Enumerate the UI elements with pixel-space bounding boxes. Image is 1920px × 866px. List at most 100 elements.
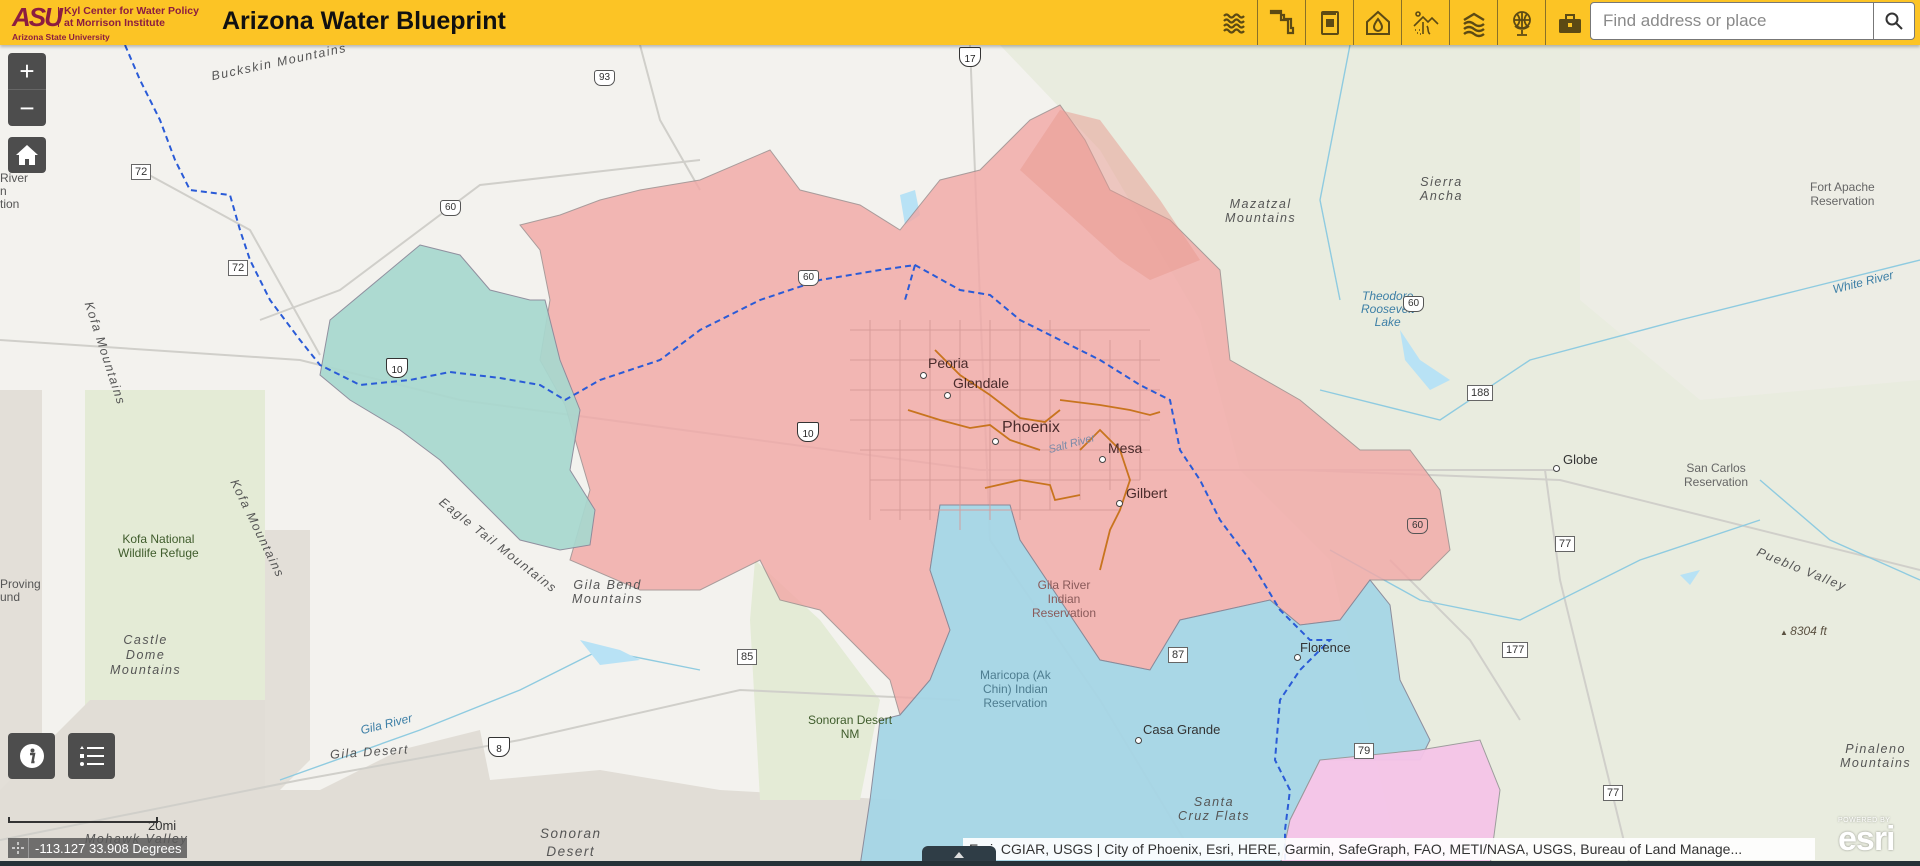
search-button[interactable]	[1873, 3, 1914, 39]
highway-shield-sr85: 85	[737, 649, 758, 665]
city-marker-gilbert	[1116, 500, 1123, 507]
city-label-casa-grande[interactable]: Casa Grande	[1143, 723, 1220, 737]
highway-shield-i17: 17	[959, 47, 981, 67]
edge-label-n: n	[0, 184, 7, 198]
globe-tool-button[interactable]	[1497, 0, 1545, 45]
edge-label-river: River	[0, 171, 29, 185]
label-santa-cruz-flats: Santa Cruz Flats	[1178, 795, 1250, 823]
highway-shield-us60-east: 60	[1403, 296, 1425, 312]
city-marker-casa-grande	[1135, 737, 1142, 744]
label-sonoran-desert: Sonoran Desert	[540, 826, 602, 859]
city-label-globe[interactable]: Globe	[1563, 453, 1598, 467]
city-marker-globe	[1553, 465, 1560, 472]
coordinate-value: -113.127 33.908 Degrees	[35, 840, 182, 856]
home-button[interactable]	[8, 137, 46, 173]
highway-shield-us60-superior: 60	[1407, 518, 1429, 534]
highway-shield-sr188: 188	[1467, 385, 1494, 401]
city-marker-mesa	[1099, 456, 1106, 463]
label-gila-bend-mountains: Gila Bend Mountains	[572, 578, 644, 606]
toolbox-tool-button[interactable]	[1545, 0, 1593, 45]
city-label-glendale[interactable]: Glendale	[953, 376, 1009, 390]
highway-shield-i8: 8	[488, 737, 510, 757]
toolbox-icon	[1558, 13, 1581, 33]
address-search-input[interactable]	[1591, 3, 1895, 39]
chevron-up-icon	[954, 852, 964, 858]
app-header: ASU Kyl Center for Water Policy at Morris…	[0, 0, 1920, 45]
map-attribution[interactable]: Esri, CGIAR, USGS | City of Phoenix, Esr…	[963, 838, 1815, 860]
label-sierra-ancha: Sierra Ancha	[1420, 175, 1463, 203]
zoom-in-button[interactable]: +	[8, 53, 46, 89]
basemap	[0, 45, 1920, 866]
logo-line1: Kyl Center for Water Policy	[64, 5, 199, 17]
policy-book-tool-button[interactable]	[1305, 0, 1353, 45]
waves-icon	[1222, 12, 1245, 34]
city-label-peoria[interactable]: Peoria	[928, 356, 968, 370]
toolbar	[1210, 0, 1593, 45]
esri-wordmark: esri	[1838, 820, 1895, 858]
label-san-carlos-reservation: San Carlos Reservation	[1684, 461, 1749, 489]
house-drop-icon	[1365, 10, 1390, 35]
city-label-phoenix[interactable]: Phoenix	[1002, 420, 1060, 436]
city-label-mesa[interactable]: Mesa	[1108, 441, 1142, 455]
logo-university: Arizona State University	[12, 32, 110, 42]
coordinate-readout: -113.127 33.908 Degrees	[8, 838, 188, 858]
city-label-florence[interactable]: Florence	[1300, 641, 1351, 655]
asu-logo-mark: ASU	[12, 2, 63, 32]
watershed-tool-button[interactable]	[1401, 0, 1449, 45]
city-marker-peoria	[920, 372, 927, 379]
edge-label-tion: tion	[0, 197, 20, 211]
home-water-tool-button[interactable]	[1353, 0, 1401, 45]
layers-tool-button[interactable]	[1449, 0, 1497, 45]
highway-shield-us60-phoenix: 60	[798, 270, 820, 286]
bottom-drawer-bar	[0, 861, 1920, 866]
highway-shield-sr79: 79	[1354, 743, 1375, 759]
esri-logo[interactable]: POWERED BY esri	[1838, 817, 1895, 858]
highway-shield-sr72-south: 72	[228, 260, 249, 276]
layers-icon	[1462, 12, 1485, 37]
label-gila-river-reservation: Gila River Indian Reservation	[1032, 578, 1097, 620]
label-elevation-peak: ▲ 8304 ft	[1780, 624, 1827, 638]
zoom-out-button[interactable]: −	[8, 89, 46, 126]
label-sonoran-desert-nm: Sonoran Desert NM	[808, 713, 893, 741]
zoom-control: + −	[8, 53, 46, 126]
pipeline-tool-button[interactable]	[1257, 0, 1305, 45]
label-castle-dome-mountains: Castle Dome Mountains	[110, 633, 182, 677]
highway-shield-sr77-north: 77	[1555, 536, 1576, 552]
label-mazatzal-mountains: Mazatzal Mountains	[1225, 197, 1297, 225]
logo-line2: at Morrison Institute	[64, 17, 165, 29]
home-icon	[16, 145, 38, 165]
legend-list-icon	[79, 746, 104, 766]
address-search	[1590, 2, 1915, 40]
app-title: Arizona Water Blueprint	[222, 7, 506, 35]
highway-shield-sr77-south: 77	[1603, 785, 1624, 801]
scale-bar	[8, 817, 158, 823]
logo-kyl-center: Kyl Center for Water Policy at Morrison I…	[64, 5, 199, 29]
label-fort-apache-reservation: Fort Apache Reservation	[1810, 180, 1875, 208]
elevation-value: 8304 ft	[1790, 624, 1827, 638]
crosshair-icon	[12, 842, 24, 854]
highway-shield-sr72-north: 72	[131, 164, 152, 180]
city-marker-glendale	[944, 392, 951, 399]
highway-shield-i10-west: 10	[386, 358, 408, 378]
city-label-gilbert[interactable]: Gilbert	[1126, 486, 1167, 500]
highway-shield-i10-central: 10	[797, 422, 819, 442]
city-marker-phoenix	[992, 438, 999, 445]
watershed-icon	[1412, 10, 1439, 35]
water-waves-tool-button[interactable]	[1210, 0, 1257, 45]
coordinate-picker-button[interactable]	[8, 838, 29, 858]
highway-shield-us60-west: 60	[440, 200, 462, 216]
info-button[interactable]	[8, 733, 55, 779]
highway-shield-us93: 93	[594, 70, 616, 86]
info-icon	[19, 744, 44, 768]
label-ak-chin-reservation: Maricopa (Ak Chin) Indian Reservation	[980, 668, 1051, 710]
pipeline-icon	[1269, 9, 1294, 34]
city-marker-florence	[1294, 654, 1301, 661]
legend-button[interactable]	[68, 733, 115, 779]
map-view[interactable]: Buckskin Mountains Kofa Mountains Kofa M…	[0, 45, 1920, 866]
search-icon	[1885, 12, 1903, 30]
label-kofa-wildlife-refuge: Kofa National Wildlife Refuge	[118, 532, 199, 560]
label-pinaleno-mountains: Pinaleno Mountains	[1840, 742, 1912, 770]
globe-icon	[1512, 10, 1531, 36]
asu-kyl-center-logo[interactable]: ASU Kyl Center for Water Policy at Morris…	[12, 4, 212, 42]
logo-divider	[58, 7, 59, 27]
